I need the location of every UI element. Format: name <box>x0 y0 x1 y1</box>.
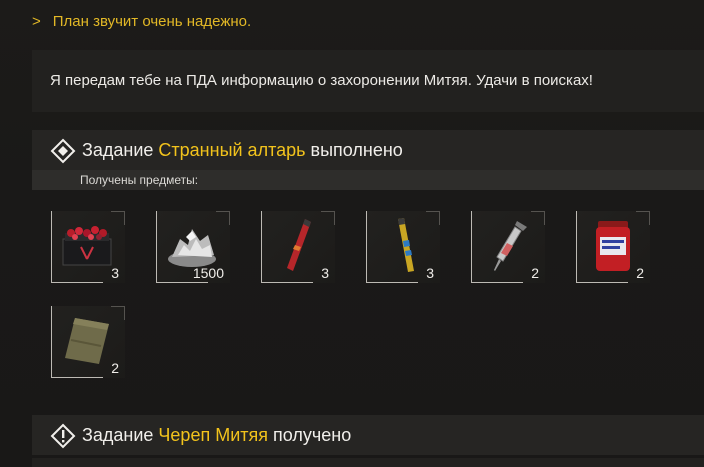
item-count: 2 <box>111 360 119 376</box>
dialog-reply: > План звучит очень надежно. <box>32 13 251 30</box>
reward-item-slot[interactable]: 2 <box>51 306 125 378</box>
item-count: 1500 <box>192 265 224 281</box>
yellow-stick-icon <box>398 218 414 272</box>
next-panel-edge <box>32 458 704 467</box>
npc-message-text: Я передам тебе на ПДА информацию о захор… <box>50 72 593 89</box>
reward-item-slot[interactable]: 2 <box>576 211 650 283</box>
reply-text: План звучит очень надежно. <box>52 13 252 30</box>
task-completed-banner: Задание Странный алтарь выполнено <box>32 130 704 170</box>
item-count: 2 <box>531 265 539 281</box>
task-received-text: Задание Череп Митяя получено <box>82 425 351 446</box>
task-received-prefix: Задание <box>82 425 154 445</box>
red-stick-icon <box>287 219 311 271</box>
reward-item-slot[interactable]: 1500 <box>156 211 230 283</box>
task-completed-name: Странный алтарь <box>158 140 306 160</box>
reward-item-slot[interactable]: 2 <box>471 211 545 283</box>
item-count: 2 <box>636 265 644 281</box>
item-count: 3 <box>111 265 119 281</box>
reward-item-slot[interactable]: 3 <box>51 211 125 283</box>
item-count: 3 <box>426 265 434 281</box>
received-items-label: Получены предметы: <box>80 173 199 187</box>
reward-item-slot[interactable]: 3 <box>261 211 335 283</box>
item-count: 3 <box>321 265 329 281</box>
syringe-icon <box>494 221 527 271</box>
task-completed-suffix: выполнено <box>310 140 403 160</box>
task-completed-prefix: Задание <box>82 140 154 160</box>
task-received-banner: Задание Череп Митяя получено <box>32 415 704 455</box>
reply-arrow: > <box>32 13 41 30</box>
reward-item-slot[interactable]: 3 <box>366 211 440 283</box>
ration-pack-icon <box>65 318 109 364</box>
npc-message-panel: Я передам тебе на ПДА информацию о захор… <box>32 50 704 112</box>
task-diamond-icon <box>50 138 76 164</box>
task-alert-icon <box>50 423 76 449</box>
ammo-box-icon <box>62 226 112 266</box>
task-received-name: Череп Митяя <box>158 425 268 445</box>
task-completed-text: Задание Странный алтарь выполнено <box>82 140 403 161</box>
received-items-header: Получены предметы: <box>32 170 704 190</box>
task-received-suffix: получено <box>273 425 352 445</box>
pill-jar-icon <box>596 221 630 271</box>
